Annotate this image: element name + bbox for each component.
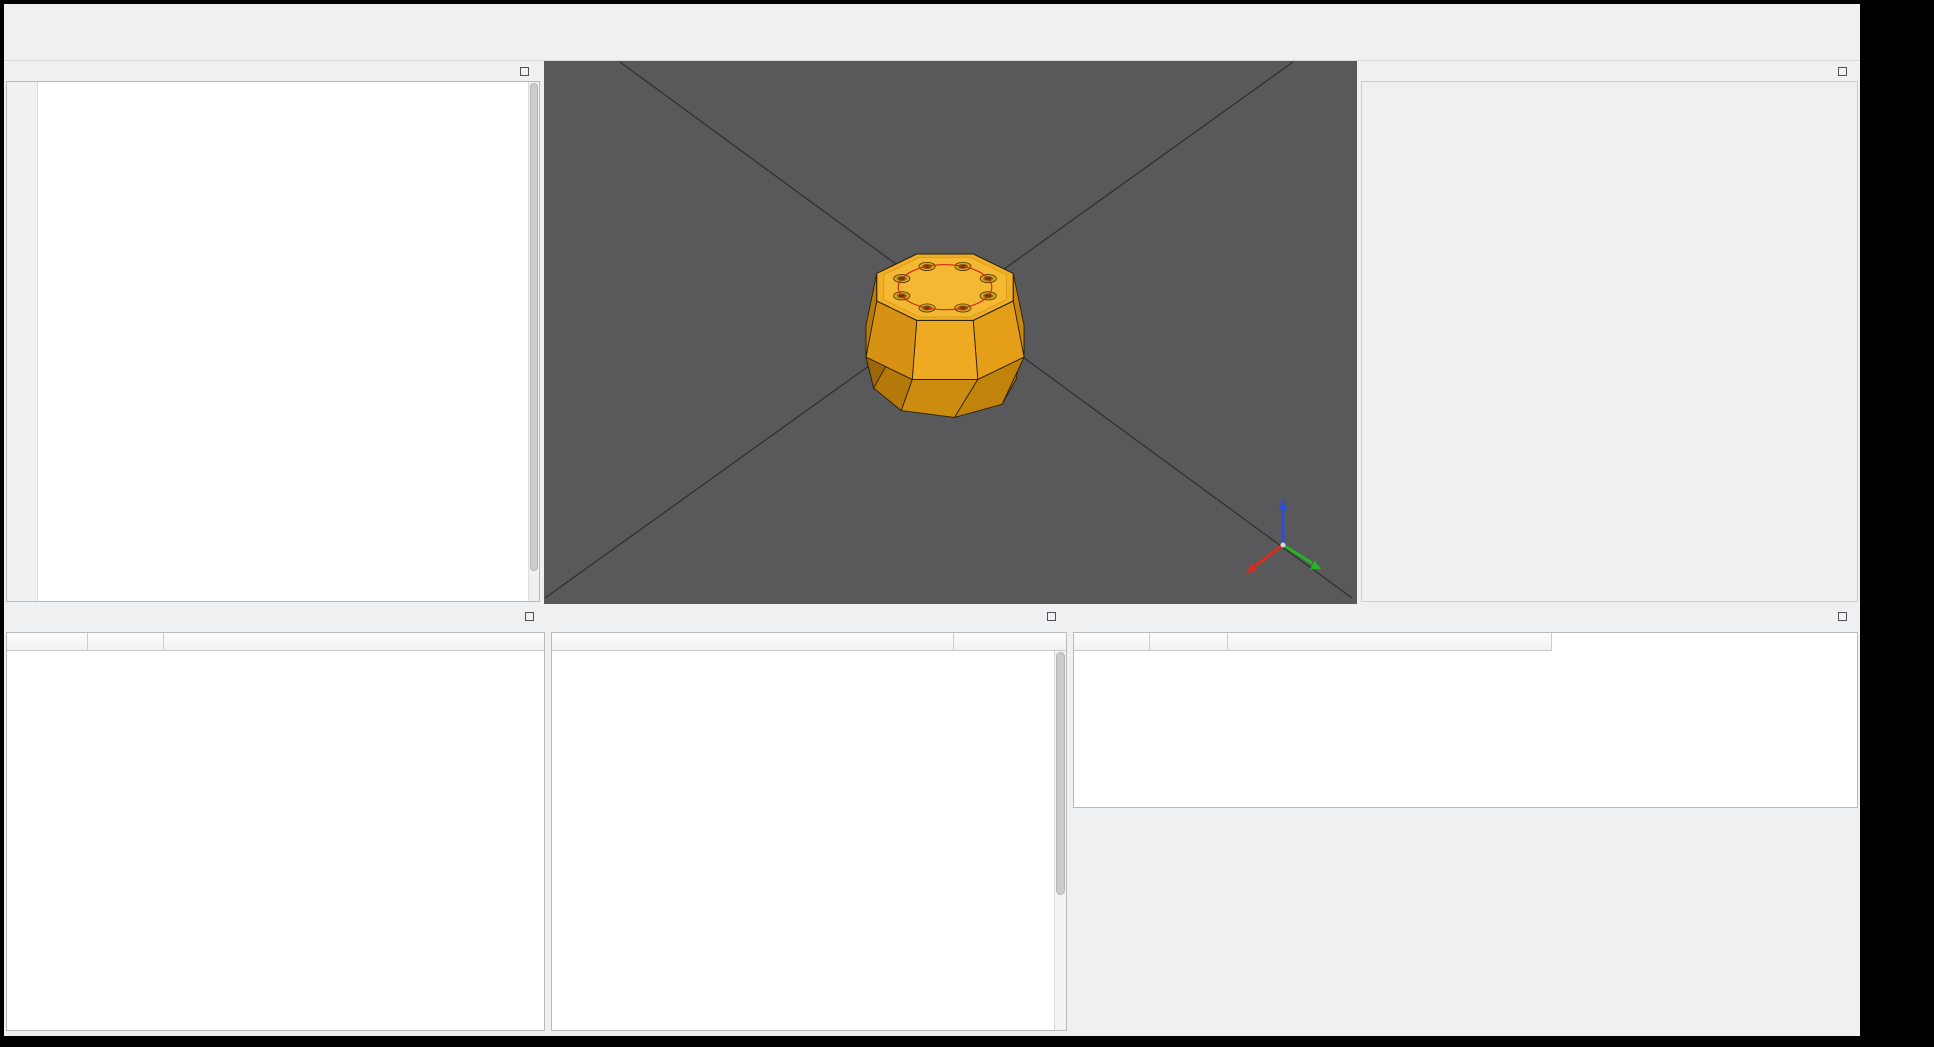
- traceback-table: [6, 632, 545, 1031]
- editor-panel: [4, 61, 542, 604]
- variables-table-header: [1074, 633, 1857, 651]
- inspector-panel: [549, 606, 1069, 1033]
- inspector-table-header: [552, 633, 1066, 651]
- editor-gutter: [7, 82, 38, 601]
- inspector-scrollbar[interactable]: [1054, 651, 1066, 1030]
- traceback-panel: [4, 606, 547, 1033]
- inspector-panel-titlebar: [549, 606, 1069, 626]
- column-header-value[interactable]: [1228, 633, 1552, 651]
- menu-bar: [4, 4, 1860, 28]
- scrollbar-thumb[interactable]: [530, 83, 538, 571]
- float-panel-icon[interactable]: [525, 611, 534, 621]
- float-panel-icon[interactable]: [1838, 611, 1847, 621]
- column-header-line[interactable]: [88, 633, 164, 651]
- inspector-table: [551, 632, 1067, 1031]
- float-panel-icon[interactable]: [520, 66, 529, 76]
- column-header-name[interactable]: [1074, 633, 1150, 651]
- variables-panel: [1071, 606, 1860, 1033]
- viewport-scene: [544, 61, 1353, 599]
- objects-panel-body: [1361, 81, 1858, 602]
- axes-triad: [1246, 499, 1321, 573]
- objects-panel: [1359, 61, 1860, 604]
- scrollbar-thumb[interactable]: [1056, 652, 1065, 895]
- column-header-file[interactable]: [7, 633, 88, 651]
- objects-panel-titlebar: [1359, 61, 1860, 81]
- cad-model[interactable]: [865, 253, 1025, 418]
- editor-scrollbar[interactable]: [528, 82, 539, 601]
- viewport-3d[interactable]: [544, 61, 1357, 604]
- float-panel-icon[interactable]: [1838, 66, 1847, 76]
- float-panel-icon[interactable]: [1047, 611, 1056, 621]
- variables-table: [1073, 632, 1858, 808]
- traceback-panel-titlebar: [4, 606, 547, 626]
- column-header-code[interactable]: [164, 633, 544, 651]
- code-editor[interactable]: [6, 81, 540, 602]
- column-header-value[interactable]: [954, 633, 1066, 651]
- column-header-type[interactable]: [1150, 633, 1228, 651]
- editor-panel-titlebar: [4, 61, 542, 81]
- variables-panel-titlebar: [1071, 606, 1860, 626]
- traceback-table-header: [7, 633, 544, 651]
- toolbar: [4, 28, 1860, 61]
- inspector-rows: [552, 651, 1054, 1030]
- column-header-type[interactable]: [552, 633, 954, 651]
- app-window: [4, 4, 1860, 1036]
